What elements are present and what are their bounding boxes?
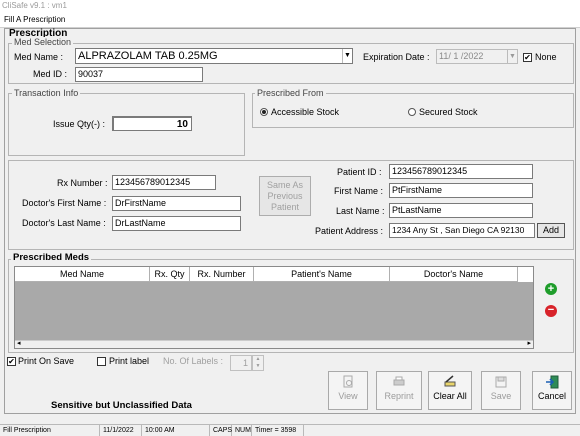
eraser-icon xyxy=(444,375,456,387)
status-time: 10:00 AM xyxy=(142,425,210,436)
prescribed-meds-grid[interactable]: Med Name Rx. Qty Rx. Number Patient's Na… xyxy=(14,266,534,349)
status-num: NUM xyxy=(232,425,252,436)
accessible-stock-radio[interactable] xyxy=(260,108,268,116)
add-address-button[interactable]: Add xyxy=(537,223,565,238)
status-window: Fill Prescription xyxy=(0,425,100,436)
prescribed-meds-legend: Prescribed Meds xyxy=(11,252,92,263)
remove-med-icon[interactable]: − xyxy=(545,305,557,317)
horizontal-scrollbar[interactable]: ◂ ▸ xyxy=(15,340,533,348)
doctor-first-name-field[interactable]: DrFirstName xyxy=(112,196,241,211)
exit-door-icon xyxy=(546,375,559,389)
med-id-label: Med ID : xyxy=(33,69,68,79)
view-button[interactable]: View xyxy=(328,371,368,410)
print-on-save-checkbox[interactable]: ✔ xyxy=(7,357,16,366)
print-label-checkbox[interactable] xyxy=(97,357,106,366)
patient-last-name-field[interactable]: PtLastName xyxy=(389,203,533,218)
rx-number-label: Rx Number : xyxy=(57,178,108,188)
status-date: 11/1/2022 xyxy=(100,425,142,436)
cancel-label: Cancel xyxy=(537,391,566,401)
scroll-left-icon[interactable]: ◂ xyxy=(17,339,21,347)
print-label-label: Print label xyxy=(109,356,150,366)
col-patient-name[interactable]: Patient's Name xyxy=(254,267,390,282)
save-label: Save xyxy=(490,391,512,401)
secured-stock-radio[interactable] xyxy=(408,108,416,116)
calendar-dropdown-icon[interactable]: ▼ xyxy=(507,50,517,63)
issue-qty-label: Issue Qty(-) : xyxy=(53,119,106,129)
clear-all-button[interactable]: Clear All xyxy=(428,371,472,410)
expiration-date-picker[interactable]: 11/ 1 /2022 xyxy=(436,49,518,64)
col-doctor-name[interactable]: Doctor's Name xyxy=(390,267,518,282)
status-caps: CAPS xyxy=(210,425,232,436)
col-rx-number[interactable]: Rx. Number xyxy=(190,267,254,282)
prescribed-from-legend: Prescribed From xyxy=(255,88,326,98)
printer-icon xyxy=(393,376,405,386)
none-checkbox[interactable]: ✔ xyxy=(523,53,532,62)
add-med-icon[interactable]: + xyxy=(545,283,557,295)
patient-id-field[interactable]: 123456789012345 xyxy=(389,164,533,179)
app-title: CliSafe v9.1 : vm1 xyxy=(0,0,580,12)
cancel-button[interactable]: Cancel xyxy=(532,371,572,410)
col-rx-qty[interactable]: Rx. Qty xyxy=(150,267,190,282)
patient-address-field[interactable]: 1234 Any St , San Diego CA 92130 xyxy=(389,223,535,238)
med-selection-legend: Med Selection xyxy=(12,37,74,47)
view-label: View xyxy=(338,391,358,401)
reprint-button[interactable]: Reprint xyxy=(376,371,422,410)
expiration-label: Expiration Date : xyxy=(363,52,430,62)
print-on-save-label: Print On Save xyxy=(18,356,75,366)
save-button[interactable]: Save xyxy=(481,371,521,410)
issue-qty-field[interactable]: 10 xyxy=(112,116,192,131)
patient-last-name-label: Last Name : xyxy=(336,206,385,216)
sensitivity-note: Sensitive but Unclassified Data xyxy=(51,400,192,411)
no-of-labels-label: No. Of Labels : xyxy=(163,356,224,366)
status-bar: Fill Prescription 11/1/2022 10:00 AM CAP… xyxy=(0,424,580,436)
patient-address-label: Patient Address : xyxy=(315,226,384,236)
none-label: None xyxy=(535,52,557,62)
floppy-disk-icon xyxy=(495,376,507,388)
med-name-value: ALPRAZOLAM TAB 0.25MG xyxy=(78,50,218,62)
reprint-label: Reprint xyxy=(384,391,414,401)
window-title: Fill A Prescription xyxy=(0,12,580,28)
scroll-right-icon[interactable]: ▸ xyxy=(527,339,531,347)
expiration-value: 11/ 1 /2022 xyxy=(439,51,484,61)
med-name-combo[interactable]: ALPRAZOLAM TAB 0.25MG xyxy=(75,48,353,64)
patient-first-name-field[interactable]: PtFirstName xyxy=(389,183,533,198)
chevron-down-icon[interactable]: ▼ xyxy=(342,49,352,63)
doctor-last-name-field[interactable]: DrLastName xyxy=(112,216,241,231)
col-med-name[interactable]: Med Name xyxy=(15,267,150,282)
view-icon xyxy=(343,375,353,388)
doctor-last-name-label: Doctor's Last Name : xyxy=(22,218,106,228)
labels-spinner[interactable]: ▲ ▼ xyxy=(252,355,264,371)
patient-first-name-label: First Name : xyxy=(334,186,384,196)
no-of-labels-field[interactable]: 1 xyxy=(230,355,252,371)
doctor-first-name-label: Doctor's First Name : xyxy=(22,198,107,208)
same-as-patient-button[interactable]: Same As Previous Patient xyxy=(259,176,311,216)
status-timer: Timer = 3598 xyxy=(252,425,304,436)
patient-id-label: Patient ID : xyxy=(337,167,382,177)
rx-number-field[interactable]: 123456789012345 xyxy=(112,175,216,190)
med-name-label: Med Name : xyxy=(14,52,64,62)
med-id-field[interactable]: 90037 xyxy=(75,67,203,82)
clear-all-label: Clear All xyxy=(433,391,467,401)
secured-stock-label: Secured Stock xyxy=(419,107,478,117)
transaction-legend: Transaction Info xyxy=(12,88,81,98)
accessible-stock-label: Accessible Stock xyxy=(271,107,340,117)
